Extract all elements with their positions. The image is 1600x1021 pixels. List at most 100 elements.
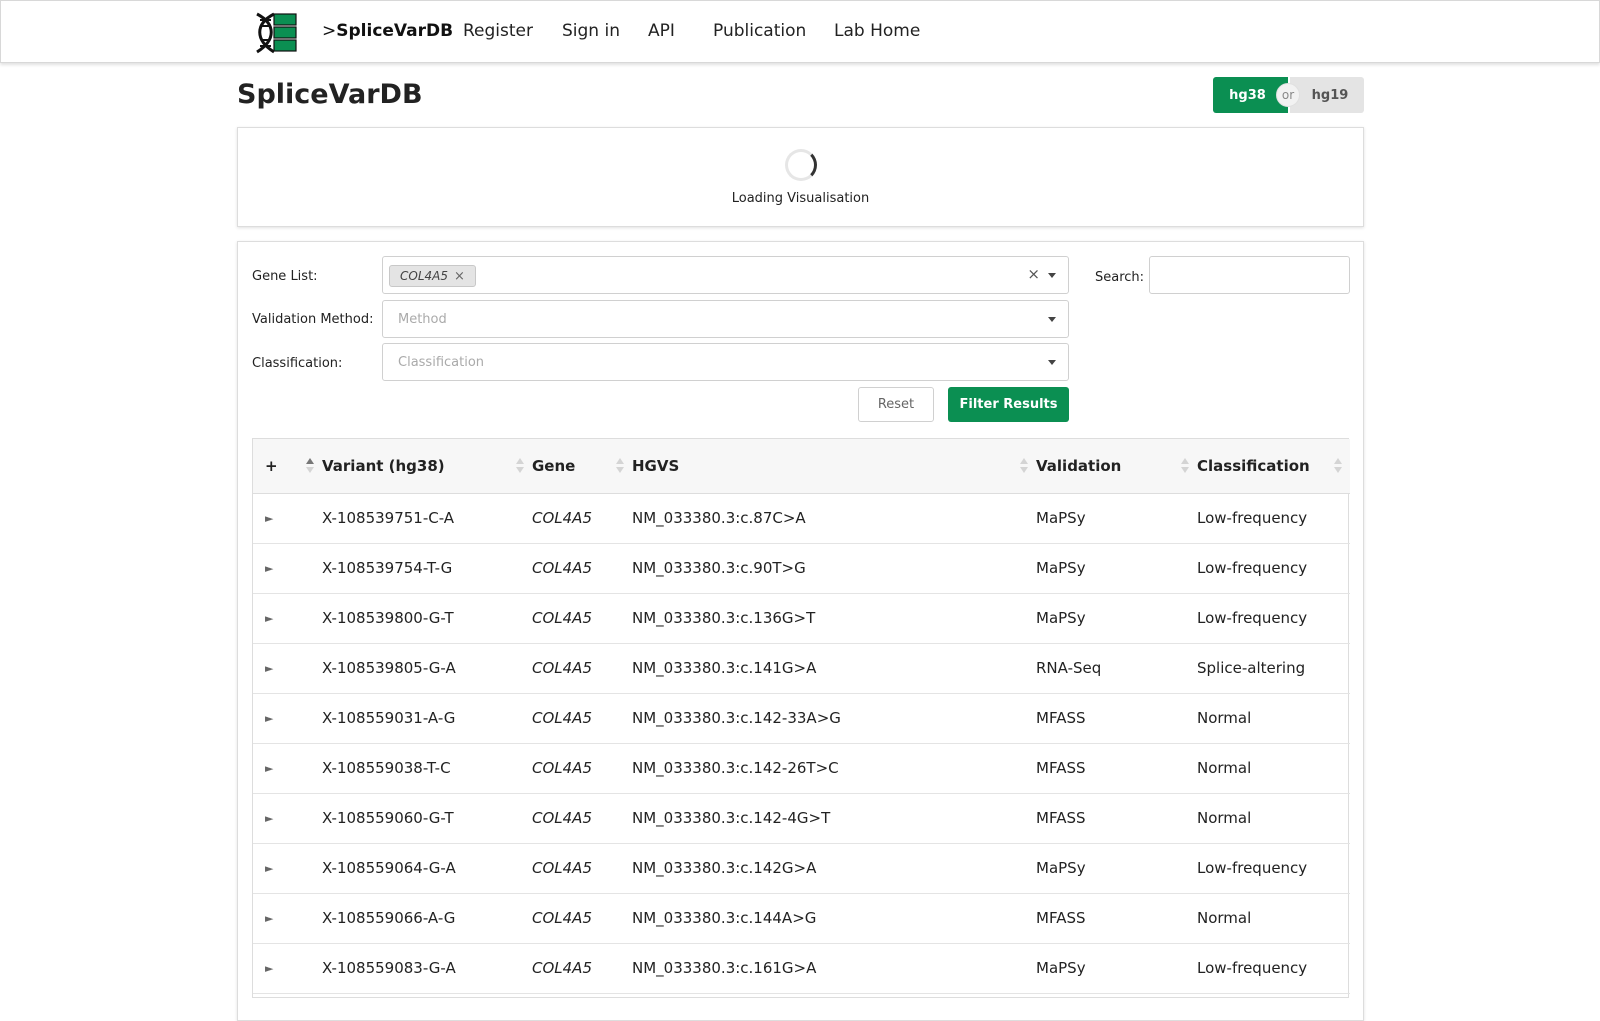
gene-cell: COL4A5: [532, 809, 592, 827]
expand-arrow-icon[interactable]: ►: [253, 893, 322, 943]
close-icon[interactable]: ×: [1027, 265, 1040, 283]
gene-column-label: Gene: [532, 456, 576, 475]
validation-cell: MFASS: [1036, 909, 1086, 927]
table-row[interactable]: ► X-108559083-G-A COL4A5 NM_033380.3:c.1…: [253, 943, 1350, 993]
caret-down-icon[interactable]: [1048, 360, 1056, 365]
classification-cell: Low-frequency: [1197, 859, 1308, 877]
classification-cell: Normal: [1197, 759, 1252, 777]
validation-cell: RNA-Seq: [1036, 659, 1102, 677]
build-hg19-button[interactable]: hg19: [1290, 77, 1364, 113]
hgvs-cell: NM_033380.3:c.142G>A: [632, 859, 817, 877]
expand-arrow-icon[interactable]: ►: [253, 793, 322, 843]
table-body: ► X-108539751-C-A COL4A5 NM_033380.3:c.8…: [253, 493, 1350, 993]
sort-icon[interactable]: [1334, 458, 1342, 474]
variant-cell: X-108559066-A-G: [322, 909, 456, 927]
expand-arrow-icon[interactable]: ►: [253, 843, 322, 893]
classification-cell: Low-frequency: [1197, 559, 1308, 577]
gene-column-header[interactable]: Gene: [532, 439, 632, 494]
expand-arrow-icon[interactable]: ►: [253, 693, 322, 743]
nav-lab-home-link[interactable]: Lab Home: [834, 21, 920, 41]
table-row[interactable]: ► X-108559066-A-G COL4A5 NM_033380.3:c.1…: [253, 893, 1350, 943]
classification-select[interactable]: Classification: [382, 343, 1069, 381]
genome-build-toggle: hg38 hg19 or: [1213, 77, 1364, 113]
hgvs-column-label: HGVS: [632, 456, 680, 475]
caret-down-icon[interactable]: [1048, 317, 1056, 322]
expand-arrow-icon[interactable]: ►: [253, 493, 322, 543]
page-title: SpliceVarDB: [237, 79, 423, 110]
classification-label: Classification:: [252, 356, 343, 371]
brand-link[interactable]: >SpliceVarDB: [322, 21, 453, 41]
sort-icon[interactable]: [1181, 458, 1189, 474]
expand-arrow-icon[interactable]: ►: [253, 543, 322, 593]
variant-cell: X-108539751-C-A: [322, 509, 455, 527]
variant-column-header[interactable]: Variant (hg38): [322, 439, 532, 494]
expand-all-header[interactable]: +: [253, 439, 322, 494]
dna-logo-icon[interactable]: [254, 12, 298, 54]
validation-column-header[interactable]: Validation: [1036, 439, 1197, 494]
sort-icon[interactable]: [616, 458, 624, 474]
sort-icon[interactable]: [516, 458, 524, 474]
sort-icon[interactable]: [1020, 458, 1028, 474]
loading-spinner-icon: [785, 149, 817, 181]
variant-cell: X-108539754-T-G: [322, 559, 453, 577]
gene-tag-label: COL4A5: [400, 269, 448, 283]
variant-column-label: Variant (hg38): [322, 456, 445, 475]
variant-cell: X-108559060-G-T: [322, 809, 454, 827]
validation-column-label: Validation: [1036, 456, 1122, 475]
gene-cell: COL4A5: [532, 959, 592, 977]
validation-method-select[interactable]: Method: [382, 300, 1069, 338]
classification-column-header[interactable]: Classification: [1197, 439, 1350, 494]
classification-cell: Low-frequency: [1197, 959, 1308, 977]
expand-arrow-icon[interactable]: ►: [253, 943, 322, 993]
validation-cell: MaPSy: [1036, 559, 1086, 577]
table-row[interactable]: ► X-108539800-G-T COL4A5 NM_033380.3:c.1…: [253, 593, 1350, 643]
search-label: Search:: [1095, 270, 1145, 285]
table-row[interactable]: ► X-108559060-G-T COL4A5 NM_033380.3:c.1…: [253, 793, 1350, 843]
validation-placeholder: Method: [398, 312, 447, 327]
table-row[interactable]: ► X-108559064-G-A COL4A5 NM_033380.3:c.1…: [253, 843, 1350, 893]
expand-arrow-icon[interactable]: ►: [253, 743, 322, 793]
table-row[interactable]: ► X-108539805-G-A COL4A5 NM_033380.3:c.1…: [253, 643, 1350, 693]
table-row[interactable]: ► X-108539751-C-A COL4A5 NM_033380.3:c.8…: [253, 493, 1350, 543]
nav-register-link[interactable]: Register: [463, 21, 533, 41]
build-or-separator: or: [1276, 83, 1300, 107]
hgvs-cell: NM_033380.3:c.142-4G>T: [632, 809, 831, 827]
table-header-row: + Variant (hg38) Gene HGVS Validation Cl…: [253, 439, 1350, 494]
nav-publication-link[interactable]: Publication: [713, 21, 806, 41]
gene-cell: COL4A5: [532, 859, 592, 877]
table-row[interactable]: ► X-108559038-T-C COL4A5 NM_033380.3:c.1…: [253, 743, 1350, 793]
hgvs-column-header[interactable]: HGVS: [632, 439, 1036, 494]
table-row[interactable]: ► X-108559031-A-G COL4A5 NM_033380.3:c.1…: [253, 693, 1350, 743]
expand-arrow-icon[interactable]: ►: [253, 643, 322, 693]
gene-cell: COL4A5: [532, 559, 592, 577]
gene-cell: COL4A5: [532, 609, 592, 627]
remove-tag-icon[interactable]: ×: [454, 269, 465, 284]
filter-results-button[interactable]: Filter Results: [948, 387, 1069, 422]
validation-cell: MaPSy: [1036, 959, 1086, 977]
hgvs-cell: NM_033380.3:c.161G>A: [632, 959, 817, 977]
search-input[interactable]: [1149, 256, 1350, 294]
results-table: + Variant (hg38) Gene HGVS Validation Cl…: [252, 438, 1350, 998]
variant-cell: X-108559064-G-A: [322, 859, 456, 877]
reset-button[interactable]: Reset: [858, 387, 934, 422]
gene-list-select[interactable]: COL4A5 × ×: [382, 256, 1069, 294]
classification-cell: Splice-altering: [1197, 659, 1306, 677]
validation-method-label: Validation Method:: [252, 312, 374, 327]
table-row[interactable]: ► X-108539754-T-G COL4A5 NM_033380.3:c.9…: [253, 543, 1350, 593]
classification-cell: Normal: [1197, 809, 1252, 827]
navbar: >SpliceVarDB Register Sign in API Public…: [0, 0, 1600, 63]
hgvs-cell: NM_033380.3:c.136G>T: [632, 609, 816, 627]
hgvs-cell: NM_033380.3:c.90T>G: [632, 559, 806, 577]
classification-cell: Low-frequency: [1197, 609, 1308, 627]
classification-column-label: Classification: [1197, 456, 1310, 475]
nav-signin-link[interactable]: Sign in: [562, 21, 620, 41]
expand-arrow-icon[interactable]: ►: [253, 593, 322, 643]
brand-prefix: >: [322, 21, 337, 41]
nav-api-link[interactable]: API: [648, 21, 675, 41]
variant-cell: X-108559031-A-G: [322, 709, 456, 727]
hgvs-cell: NM_033380.3:c.144A>G: [632, 909, 817, 927]
sort-icon[interactable]: [306, 458, 314, 474]
validation-cell: MFASS: [1036, 709, 1086, 727]
caret-down-icon[interactable]: [1048, 273, 1056, 278]
variant-cell: X-108559083-G-A: [322, 959, 456, 977]
